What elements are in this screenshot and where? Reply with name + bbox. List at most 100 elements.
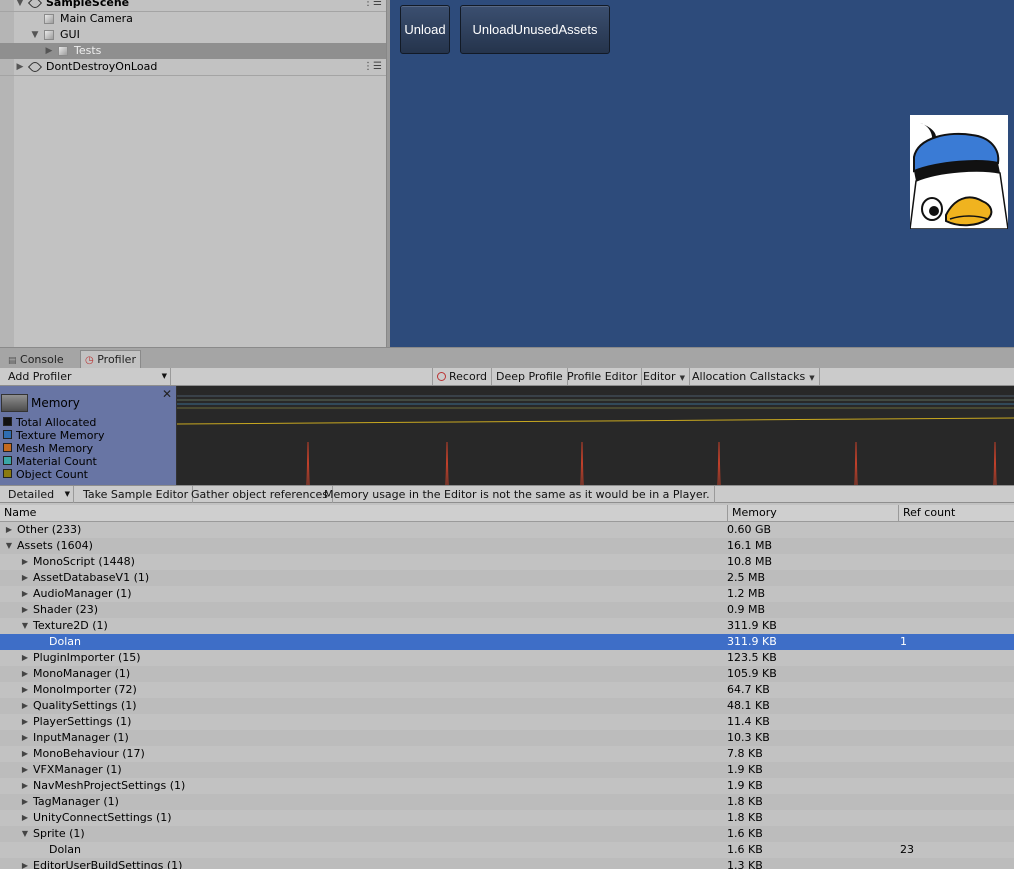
allocation-callstacks-dropdown[interactable]: Allocation Callstacks ▼ (688, 368, 820, 385)
context-menu-icon[interactable]: ⋮☰ (363, 0, 382, 11)
expand-arrow-icon[interactable]: ▼ (14, 0, 26, 11)
row-name: QualitySettings (1) (33, 699, 137, 712)
legend-swatch (3, 430, 12, 439)
tab-console[interactable]: ▤ Console (4, 351, 68, 368)
dropdown-label: Allocation Callstacks (692, 370, 806, 383)
collapse-arrow-icon[interactable]: ▶ (20, 858, 30, 869)
hierarchy-item-dontdestroyonload[interactable]: ▶ DontDestroyOnLoad ⋮☰ (0, 59, 386, 76)
column-header-memory[interactable]: Memory (727, 505, 777, 521)
table-row[interactable]: ▶ NavMeshProjectSettings (1) 1.9 KB (0, 778, 1014, 794)
context-menu-icon[interactable]: ⋮☰ (363, 59, 382, 75)
table-row[interactable]: ▶ AudioManager (1) 1.2 MB (0, 586, 1014, 602)
collapse-arrow-icon[interactable]: ▶ (14, 59, 26, 75)
table-row[interactable]: ▶ MonoScript (1448) 10.8 MB (0, 554, 1014, 570)
memory-timeline-graph[interactable] (177, 386, 1014, 485)
collapse-arrow-icon[interactable]: ▶ (20, 746, 30, 762)
table-row[interactable]: ▶ UnityConnectSettings (1) 1.8 KB (0, 810, 1014, 826)
collapse-arrow-icon[interactable]: ▶ (20, 586, 30, 602)
table-row[interactable]: ▼ Sprite (1) 1.6 KB (0, 826, 1014, 842)
table-row[interactable]: ▶ VFXManager (1) 1.9 KB (0, 762, 1014, 778)
profiler-toolbar: Add Profiler ▼ Record Deep Profile Profi… (0, 368, 1014, 386)
legend-label: Mesh Memory (16, 442, 94, 455)
collapse-arrow-icon[interactable]: ▶ (20, 570, 30, 586)
row-name: AudioManager (1) (33, 587, 132, 600)
table-row[interactable]: ▶ MonoImporter (72) 64.7 KB (0, 682, 1014, 698)
expand-arrow-icon[interactable]: ▼ (20, 826, 30, 842)
gather-object-references-toggle[interactable]: Gather object references (187, 486, 333, 503)
dropdown-label: Detailed (8, 488, 55, 501)
table-row[interactable]: ▼ Assets (1604) 16.1 MB (0, 538, 1014, 554)
row-name: PlayerSettings (1) (33, 715, 132, 728)
table-row[interactable]: ▶ MonoManager (1) 105.9 KB (0, 666, 1014, 682)
table-row[interactable]: ▶ EditorUserBuildSettings (1) 1.3 KB (0, 858, 1014, 869)
table-row[interactable]: Dolan 311.9 KB 1 (0, 634, 1014, 650)
table-row[interactable]: ▼ Texture2D (1) 311.9 KB (0, 618, 1014, 634)
legend-object-count[interactable]: Object Count (3, 468, 88, 481)
legend-mesh-memory[interactable]: Mesh Memory (3, 442, 93, 455)
hierarchy-item-main-camera[interactable]: Main Camera (0, 11, 386, 27)
take-sample-button[interactable]: Take Sample Editor (79, 486, 194, 503)
detail-mode-dropdown[interactable]: Detailed ▼ (4, 486, 74, 503)
expand-arrow-icon[interactable]: ▼ (20, 618, 30, 634)
record-label: Record (449, 370, 488, 383)
collapse-arrow-icon[interactable]: ▶ (20, 778, 30, 794)
table-row[interactable]: ▶ PluginImporter (15) 123.5 KB (0, 650, 1014, 666)
table-row[interactable]: ▶ MonoBehaviour (17) 7.8 KB (0, 746, 1014, 762)
hierarchy-item-gui[interactable]: ▼ GUI (0, 27, 386, 43)
collapse-arrow-icon[interactable]: ▶ (43, 43, 55, 59)
collapse-arrow-icon[interactable]: ▶ (20, 666, 30, 682)
graph-spike (306, 441, 310, 485)
column-header-refcount[interactable]: Ref count (898, 505, 955, 521)
legend-label: Object Count (16, 468, 88, 481)
unload-button[interactable]: Unload (400, 5, 450, 54)
legend-material-count[interactable]: Material Count (3, 455, 97, 468)
collapse-arrow-icon[interactable]: ▶ (20, 554, 30, 570)
memory-module-panel[interactable]: Memory ✕ Total Allocated Texture Memory … (0, 386, 177, 485)
collapse-arrow-icon[interactable]: ▶ (4, 522, 14, 538)
legend-total-allocated[interactable]: Total Allocated (3, 416, 96, 429)
close-icon[interactable]: ✕ (162, 387, 172, 401)
unload-unused-assets-button[interactable]: UnloadUnusedAssets (460, 5, 610, 54)
tab-profiler[interactable]: ◷ Profiler (80, 350, 141, 368)
collapse-arrow-icon[interactable]: ▶ (20, 794, 30, 810)
collapse-arrow-icon[interactable]: ▶ (20, 650, 30, 666)
table-row[interactable]: ▶ Other (233) 0.60 GB (0, 522, 1014, 538)
row-name: EditorUserBuildSettings (1) (33, 859, 183, 869)
hierarchy-item-tests[interactable]: ▶ Tests (0, 43, 386, 59)
profile-editor-button[interactable]: Profile Editor (563, 368, 643, 385)
collapse-arrow-icon[interactable]: ▶ (20, 682, 30, 698)
collapse-arrow-icon[interactable]: ▶ (20, 810, 30, 826)
collapse-arrow-icon[interactable]: ▶ (20, 730, 30, 746)
collapse-arrow-icon[interactable]: ▶ (20, 714, 30, 730)
row-memory: 48.1 KB (727, 699, 770, 712)
editor-target-dropdown[interactable]: Editor ▼ (639, 368, 690, 385)
hierarchy-item-label: SampleScene (46, 0, 130, 9)
table-row[interactable]: ▶ PlayerSettings (1) 11.4 KB (0, 714, 1014, 730)
collapse-arrow-icon[interactable]: ▶ (20, 698, 30, 714)
deep-profile-button[interactable]: Deep Profile (492, 368, 568, 385)
expand-arrow-icon[interactable]: ▼ (29, 27, 41, 43)
row-memory: 1.6 KB (727, 843, 763, 856)
column-header-name[interactable]: Name (0, 505, 36, 521)
row-memory: 7.8 KB (727, 747, 763, 760)
table-row[interactable]: ▶ InputManager (1) 10.3 KB (0, 730, 1014, 746)
table-row[interactable]: Dolan 1.6 KB 23 (0, 842, 1014, 858)
table-row[interactable]: ▶ TagManager (1) 1.8 KB (0, 794, 1014, 810)
table-header: Name Memory Ref count (0, 505, 1014, 522)
row-name: AssetDatabaseV1 (1) (33, 571, 150, 584)
legend-label: Total Allocated (16, 416, 97, 429)
row-name: MonoScript (1448) (33, 555, 135, 568)
row-memory: 11.4 KB (727, 715, 770, 728)
collapse-arrow-icon[interactable]: ▶ (20, 762, 30, 778)
expand-arrow-icon[interactable]: ▼ (4, 538, 14, 554)
game-view: Unload UnloadUnusedAssets (390, 0, 1014, 347)
table-row[interactable]: ▶ Shader (23) 0.9 MB (0, 602, 1014, 618)
record-button[interactable]: Record (432, 368, 493, 385)
table-row[interactable]: ▶ QualitySettings (1) 48.1 KB (0, 698, 1014, 714)
add-profiler-dropdown[interactable]: Add Profiler ▼ (4, 368, 171, 385)
collapse-arrow-icon[interactable]: ▶ (20, 602, 30, 618)
table-row[interactable]: ▶ AssetDatabaseV1 (1) 2.5 MB (0, 570, 1014, 586)
row-name: Dolan (49, 635, 81, 648)
graph-spike (580, 441, 584, 485)
legend-texture-memory[interactable]: Texture Memory (3, 429, 105, 442)
